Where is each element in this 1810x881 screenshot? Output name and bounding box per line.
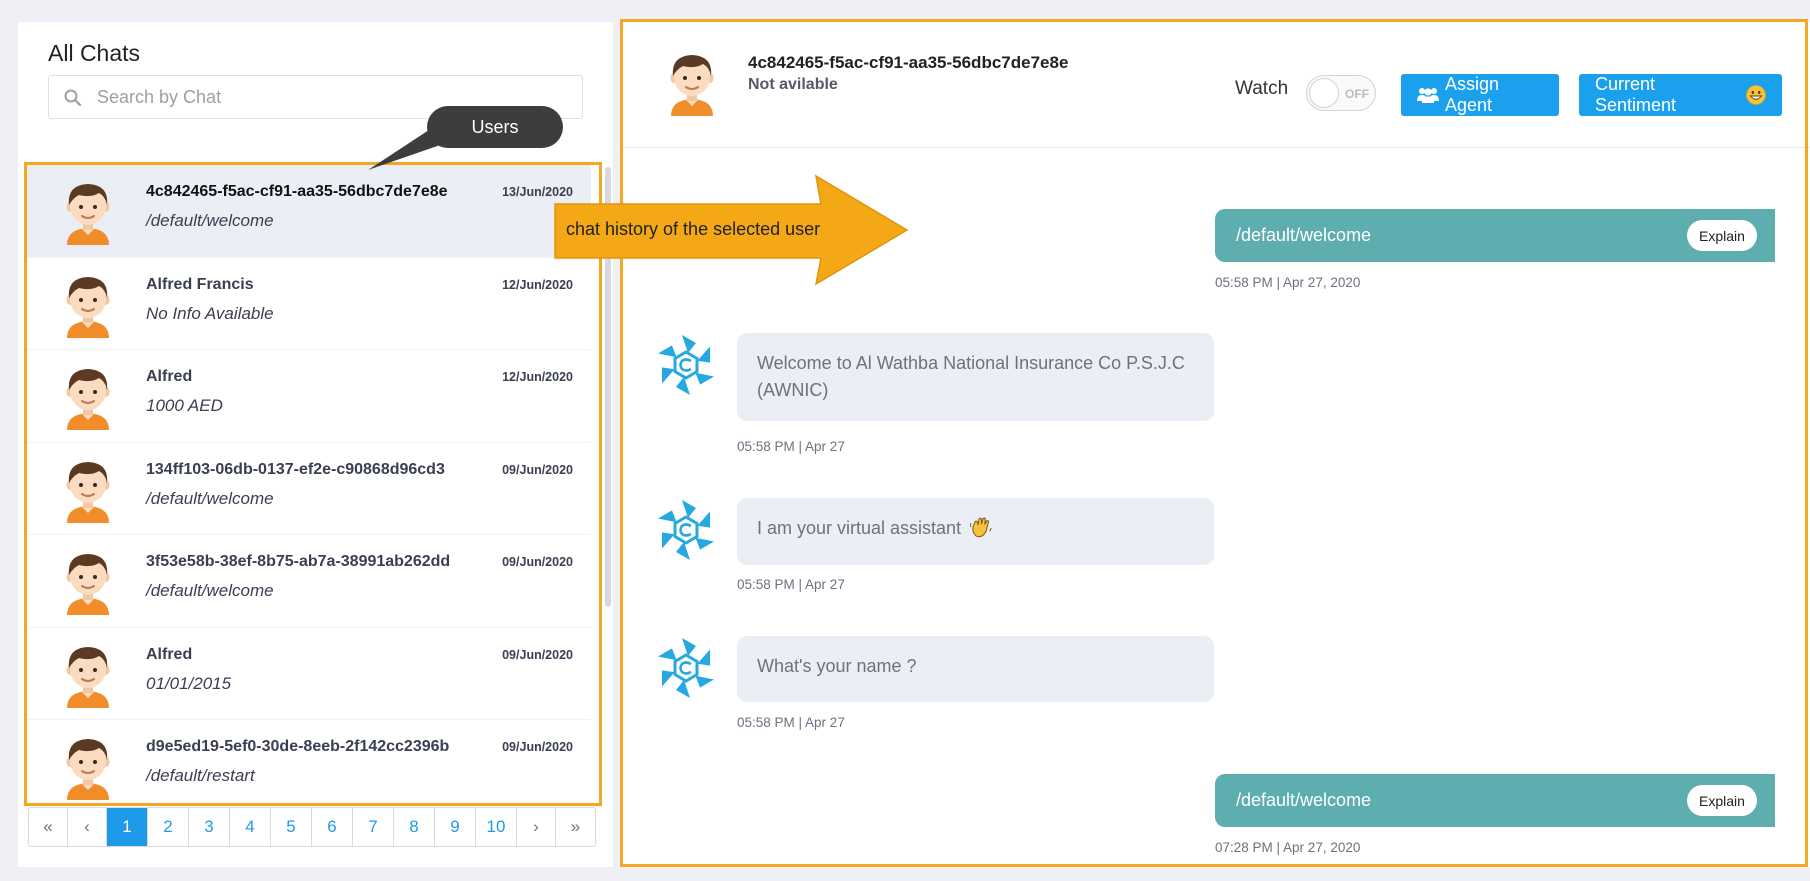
chat-list-item[interactable]: 3f53e58b-38ef-8b75-ab7a-38991ab262dd /de… bbox=[26, 535, 591, 628]
selected-user-id: 4c842465-f5ac-cf91-aa35-56dbc7de7e8e bbox=[748, 53, 1069, 72]
panel-title: All Chats bbox=[48, 40, 141, 66]
page-button-7[interactable]: 7 bbox=[353, 808, 394, 846]
bot-message-text: What's your name ? bbox=[757, 656, 917, 676]
explain-button[interactable]: Explain bbox=[1687, 220, 1757, 251]
page-button-1[interactable]: 1 bbox=[107, 808, 148, 846]
current-sentiment-button[interactable]: Current Sentiment bbox=[1579, 74, 1782, 116]
toggle-knob bbox=[1309, 78, 1339, 108]
waving-hand-icon bbox=[970, 517, 992, 538]
page-button-6[interactable]: 6 bbox=[312, 808, 353, 846]
avatar bbox=[61, 642, 115, 708]
explain-button[interactable]: Explain bbox=[1687, 785, 1757, 816]
chat-list-item[interactable]: d9e5ed19-5ef0-30de-8eeb-2f142cc2396b /de… bbox=[26, 720, 591, 813]
page-button-5[interactable]: 5 bbox=[271, 808, 312, 846]
page-button-4[interactable]: 4 bbox=[230, 808, 271, 846]
user-message-text: /default/welcome bbox=[1236, 790, 1372, 810]
chat-history-panel: 4c842465-f5ac-cf91-aa35-56dbc7de7e8e Not… bbox=[623, 22, 1810, 867]
bot-logo-icon bbox=[653, 497, 719, 563]
avatar bbox=[61, 364, 115, 430]
chat-list-item[interactable]: Alfred 1000 AED 12/Jun/2020 bbox=[26, 350, 591, 443]
chat-date: 09/Jun/2020 bbox=[502, 647, 573, 662]
prev-page-button[interactable]: ‹ bbox=[68, 808, 107, 846]
watch-toggle[interactable]: OFF bbox=[1306, 75, 1376, 111]
first-page-button[interactable]: « bbox=[29, 808, 68, 846]
users-icon bbox=[1417, 86, 1439, 104]
avatar bbox=[665, 50, 719, 116]
chat-user-name: 3f53e58b-38ef-8b75-ab7a-38991ab262dd bbox=[146, 553, 451, 570]
page-button-3[interactable]: 3 bbox=[189, 808, 230, 846]
page-button-10[interactable]: 10 bbox=[476, 808, 517, 846]
chat-list-item[interactable]: Alfred 01/01/2015 09/Jun/2020 bbox=[26, 628, 591, 720]
user-message-bubble: /default/welcome Explain bbox=[1215, 774, 1775, 827]
chat-last-message: /default/welcome bbox=[146, 581, 274, 600]
bot-logo-icon bbox=[653, 635, 719, 701]
message-timestamp: 05:58 PM | Apr 27 bbox=[737, 439, 845, 454]
bot-message-text: I am your virtual assistant bbox=[757, 518, 962, 538]
message-timestamp: 07:28 PM | Apr 27, 2020 bbox=[1215, 840, 1361, 855]
bot-message-text: Welcome to Al Wathba National Insurance … bbox=[757, 353, 1185, 400]
bot-message-bubble: Welcome to Al Wathba National Insurance … bbox=[737, 333, 1214, 421]
chat-date: 09/Jun/2020 bbox=[502, 462, 573, 477]
chat-user-name: Alfred bbox=[146, 645, 193, 663]
chat-list-item[interactable]: 134ff103-06db-0137-ef2e-c90868d96cd3 /de… bbox=[26, 443, 591, 535]
toggle-state: OFF bbox=[1345, 87, 1369, 101]
page-button-8[interactable]: 8 bbox=[394, 808, 435, 846]
user-status: Not avilable bbox=[748, 76, 838, 93]
message-timestamp: 05:58 PM | Apr 27 bbox=[737, 715, 845, 730]
current-sentiment-label: Current Sentiment bbox=[1595, 74, 1677, 115]
last-page-button[interactable]: » bbox=[556, 808, 595, 846]
chat-last-message: 01/01/2015 bbox=[146, 673, 232, 693]
avatar bbox=[61, 272, 115, 338]
grinning-face-icon bbox=[1746, 85, 1766, 105]
avatar bbox=[61, 457, 115, 523]
watch-label: Watch bbox=[1235, 78, 1289, 99]
chat-user-name: 4c842465-f5ac-cf91-aa35-56dbc7de7e8e bbox=[146, 183, 448, 200]
chat-date: 12/Jun/2020 bbox=[502, 370, 573, 384]
page-button-9[interactable]: 9 bbox=[435, 808, 476, 846]
message-timestamp: 05:58 PM | Apr 27 bbox=[737, 577, 845, 592]
avatar bbox=[61, 734, 115, 800]
chat-date: 09/Jun/2020 bbox=[502, 555, 573, 569]
avatar bbox=[61, 549, 115, 615]
pagination: « ‹ 1 2 3 4 5 6 7 8 9 10 › » bbox=[28, 807, 596, 847]
chat-user-name: 134ff103-06db-0137-ef2e-c90868d96cd3 bbox=[146, 460, 445, 478]
chat-list-item[interactable]: Alfred Francis No Info Available 12/Jun/… bbox=[26, 258, 591, 350]
chat-list-item[interactable]: 4c842465-f5ac-cf91-aa35-56dbc7de7e8e /de… bbox=[26, 165, 591, 258]
chat-user-name: Alfred bbox=[146, 368, 193, 385]
chat-history-callout: chat history of the selected user bbox=[566, 219, 821, 239]
user-message-bubble: /default/welcome Explain bbox=[1215, 209, 1775, 262]
bot-message-bubble: What's your name ? bbox=[737, 636, 1214, 702]
bot-logo-icon bbox=[653, 332, 719, 398]
assign-agent-label: Assign Agent bbox=[1445, 74, 1500, 115]
chat-date: 09/Jun/2020 bbox=[502, 740, 573, 754]
chat-last-message: /default/welcome bbox=[146, 488, 274, 508]
avatar bbox=[61, 179, 115, 245]
search-icon bbox=[64, 89, 82, 107]
chat-last-message: 1000 AED bbox=[146, 396, 223, 415]
chat-header: 4c842465-f5ac-cf91-aa35-56dbc7de7e8e Not… bbox=[623, 22, 1810, 148]
page-button-2[interactable]: 2 bbox=[148, 808, 189, 846]
user-message-text: /default/welcome bbox=[1236, 225, 1372, 245]
chat-list: 4c842465-f5ac-cf91-aa35-56dbc7de7e8e /de… bbox=[26, 165, 591, 815]
chat-last-message: /default/restart bbox=[146, 766, 255, 785]
chat-list-panel: All Chats 4c842465-f5ac-cf91-aa35-56dbc7… bbox=[18, 22, 613, 867]
chat-user-name: Alfred Francis bbox=[146, 275, 254, 293]
assign-agent-button[interactable]: Assign Agent bbox=[1401, 74, 1559, 116]
message-timestamp: 05:58 PM | Apr 27, 2020 bbox=[1215, 275, 1361, 290]
chat-last-message: No Info Available bbox=[146, 303, 274, 323]
chat-user-name: d9e5ed19-5ef0-30de-8eeb-2f142cc2396b bbox=[146, 738, 450, 755]
users-tooltip: Users bbox=[427, 106, 563, 148]
next-page-button[interactable]: › bbox=[517, 808, 556, 846]
chat-last-message: /default/welcome bbox=[146, 211, 274, 230]
bot-message-bubble: I am your virtual assistant bbox=[737, 498, 1214, 565]
